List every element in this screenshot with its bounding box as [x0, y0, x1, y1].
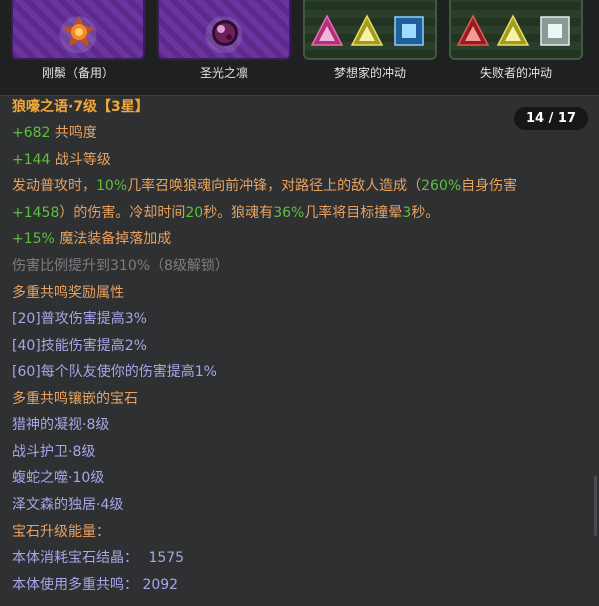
desc-value: 3	[402, 205, 412, 221]
desc-value: +1458	[12, 205, 60, 221]
stat-resonance: +682 共鸣度	[12, 123, 97, 143]
white-square-gem-icon	[540, 16, 570, 46]
fire-gem-icon	[63, 16, 95, 47]
equipment-strip: 刚鬃（备用） 圣光之凛 梦想家的冲动 失败者的冲动	[0, 0, 599, 95]
magenta-triangle-gem-icon	[310, 14, 344, 46]
bonus-header: 多重共鸣奖励属性	[12, 285, 124, 301]
stat-value: +144	[12, 152, 51, 168]
stat-label: 共鸣度	[54, 125, 97, 141]
desc-text: 几率将目标撞晕	[304, 205, 403, 221]
stat-value: +682	[12, 125, 51, 141]
energy-value: 2092	[142, 577, 179, 593]
desc-value: 10%	[96, 178, 128, 194]
desc-value: 260%	[421, 178, 462, 194]
energy-crystal-row: 本体消耗宝石结晶： 1575	[12, 548, 184, 568]
locked-upgrade-text: 伤害比例提升到310%（8级解锁）	[12, 258, 229, 274]
item-title: 狼嚎之语·7级【3星】	[12, 99, 149, 115]
energy-header: 宝石升级能量：	[12, 524, 110, 540]
slot-label: 圣光之凛	[199, 66, 248, 80]
yellow-triangle-gem-icon	[496, 14, 530, 46]
red-triangle-gem-icon	[456, 14, 490, 46]
desc-text: 秒。	[411, 205, 440, 221]
desc-text: 发动普攻时，	[12, 178, 96, 194]
stat-label: 魔法装备掉落加成	[59, 231, 172, 247]
gem-item: 战斗护卫·8级	[12, 444, 96, 460]
slot-frame	[303, 0, 437, 60]
slot-dreamer[interactable]: 梦想家的冲动	[303, 0, 437, 95]
desc-text: 自身伤害	[461, 178, 518, 194]
slot-label: 梦想家的冲动	[333, 66, 406, 80]
slot-gang-zong[interactable]: 刚鬃（备用）	[11, 0, 145, 95]
item-tooltip: 14 / 17 狼嚎之语·7级【3星】 +682 共鸣度 +144 战斗等级 发…	[0, 95, 599, 606]
bonus-item: [60]每个队友使你的伤害提高1%	[12, 364, 217, 380]
skill-description-line-2: +1458）的伤害。冷却时间20秒。狼魂有36%几率将目标撞晕3秒。	[12, 203, 439, 223]
scrollbar[interactable]	[594, 476, 597, 536]
energy-value: 1575	[148, 550, 185, 566]
skill-description-line-1: 发动普攻时，10%几率召唤狼魂向前冲锋，对路径上的敌人造成（260%自身伤害	[12, 176, 517, 196]
slot-frame	[449, 0, 583, 60]
yellow-triangle-gem-icon	[350, 14, 384, 46]
bonus-item: [20]普攻伤害提高3%	[12, 311, 147, 327]
page-counter-badge: 14 / 17	[514, 107, 588, 130]
slot-label: 刚鬃（备用）	[41, 66, 114, 80]
slot-frame	[157, 0, 291, 60]
gem-item: 蝮蛇之噬·10级	[12, 470, 105, 486]
desc-value: 20	[185, 205, 204, 221]
stat-value: +15%	[12, 231, 55, 247]
stat-label: 战斗等级	[54, 152, 111, 168]
desc-text: 秒。狼魂有	[203, 205, 274, 221]
gem-item: 泽文森的独居·4级	[12, 497, 124, 513]
dark-orb-icon	[212, 20, 238, 46]
energy-label: 本体消耗宝石结晶：	[12, 550, 138, 566]
energy-label: 本体使用多重共鸣：	[12, 577, 138, 593]
slot-sheng-guang[interactable]: 圣光之凛	[157, 0, 291, 95]
desc-text: ）的伤害。冷却时间	[59, 205, 186, 221]
slot-frame	[11, 0, 145, 60]
desc-text: 几率召唤狼魂向前冲锋，对路径上的敌人造成（	[127, 178, 422, 194]
slot-label: 失败者的冲动	[479, 66, 552, 80]
stat-magic-drop: +15% 魔法装备掉落加成	[12, 229, 171, 249]
desc-value: 36%	[273, 205, 305, 221]
gem-item: 猎神的凝视·8级	[12, 417, 110, 433]
bonus-item: [40]技能伤害提高2%	[12, 338, 147, 354]
energy-resonance-row: 本体使用多重共鸣： 2092	[12, 575, 178, 595]
blue-square-gem-icon	[394, 16, 424, 46]
stat-combat-level: +144 战斗等级	[12, 150, 111, 170]
gems-header: 多重共鸣镶嵌的宝石	[12, 391, 138, 407]
slot-loser[interactable]: 失败者的冲动	[449, 0, 583, 95]
